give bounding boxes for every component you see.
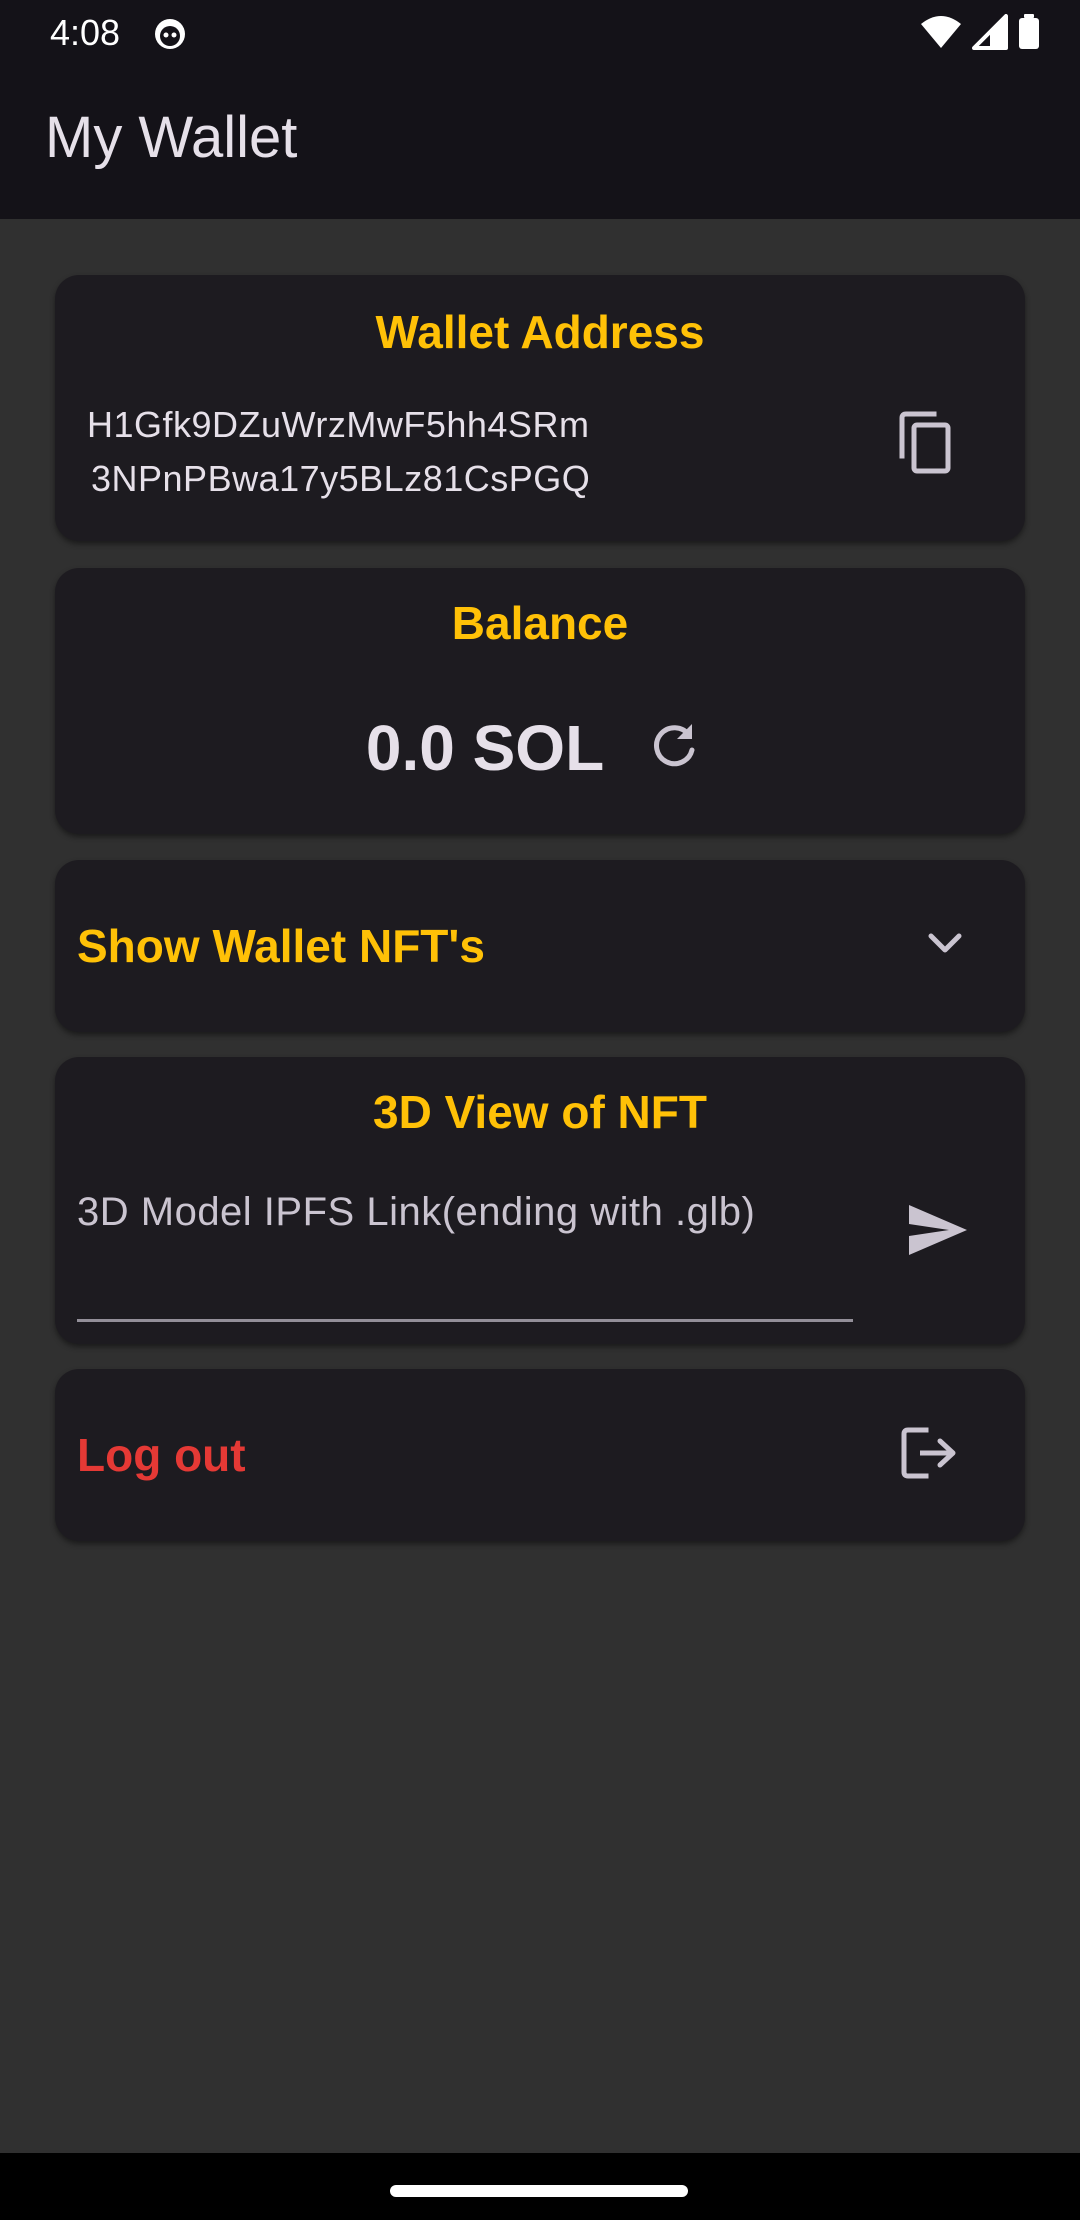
send-icon	[907, 1203, 969, 1262]
wallet-address-title: Wallet Address	[375, 306, 705, 358]
wallet-address-line-1: H1Gfk9DZuWrzMwF5hh4SRm	[87, 404, 590, 445]
logout-label: Log out	[77, 1429, 246, 1481]
home-gesture-handle[interactable]	[390, 2185, 688, 2197]
nft-3d-view-title: 3D View of NFT	[373, 1086, 707, 1138]
refresh-icon	[648, 720, 700, 777]
copy-address-button[interactable]	[885, 405, 965, 485]
show-nfts-card[interactable]: Show Wallet NFT's	[55, 860, 1025, 1032]
notification-cat-icon	[152, 15, 188, 51]
logout-icon	[900, 1426, 960, 1485]
chevron-down-icon	[925, 930, 965, 963]
page-title: My Wallet	[45, 105, 298, 170]
status-bar: 4:08	[0, 0, 1080, 66]
send-link-button[interactable]	[893, 1192, 983, 1272]
system-nav-bar	[0, 2153, 1080, 2220]
balance-value: 0.0 SOL	[365, 712, 605, 784]
balance-card: Balance 0.0 SOL	[55, 568, 1025, 834]
ipfs-input-underline	[77, 1319, 853, 1322]
ipfs-link-input[interactable]	[77, 1177, 853, 1247]
app-bar: My Wallet	[0, 66, 1080, 219]
main-content: Wallet Address H1Gfk9DZuWrzMwF5hh4SRm 3N…	[0, 219, 1080, 2153]
wifi-icon	[920, 14, 962, 55]
wallet-address-card: Wallet Address H1Gfk9DZuWrzMwF5hh4SRm 3N…	[55, 275, 1025, 541]
show-nfts-label: Show Wallet NFT's	[77, 920, 485, 972]
status-time: 4:08	[50, 12, 121, 53]
balance-title: Balance	[451, 597, 629, 649]
wallet-address-line-2: 3NPnPBwa17y5BLz81CsPGQ	[91, 458, 591, 499]
logout-button[interactable]	[885, 1415, 975, 1495]
logout-card[interactable]: Log out	[55, 1369, 1025, 1541]
nft-3d-view-card: 3D View of NFT	[55, 1057, 1025, 1344]
battery-icon	[1018, 14, 1040, 55]
copy-icon	[896, 410, 954, 481]
signal-icon	[972, 14, 1008, 55]
expand-nfts-button[interactable]	[905, 906, 985, 986]
balance-row: 0.0 SOL	[55, 708, 1025, 788]
refresh-balance-button[interactable]	[634, 708, 714, 788]
